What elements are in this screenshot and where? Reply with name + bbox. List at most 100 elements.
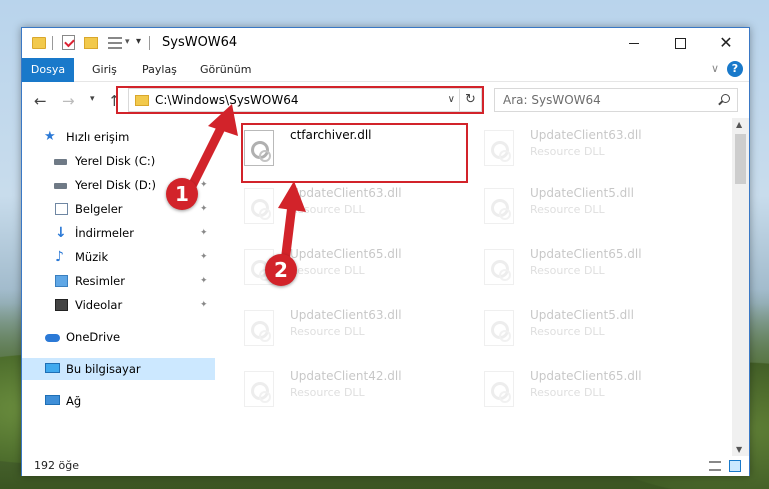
tab-view[interactable]: Görünüm bbox=[190, 58, 261, 82]
tab-home[interactable]: Giriş bbox=[82, 58, 127, 82]
search-icon[interactable] bbox=[721, 94, 730, 103]
dll-file-icon bbox=[244, 188, 274, 224]
file-item[interactable]: UpdateClient63.dll Resource DLL bbox=[222, 182, 452, 232]
sidebar-item-network[interactable]: Ağ bbox=[22, 390, 215, 412]
file-type: Resource DLL bbox=[290, 386, 365, 399]
pin-icon: ✦ bbox=[200, 228, 208, 238]
view-layout-icon[interactable] bbox=[108, 37, 122, 49]
scroll-up-icon[interactable]: ▲ bbox=[736, 120, 742, 129]
sidebar-item-label: Yerel Disk (D:) bbox=[75, 178, 157, 192]
quick-access-star-icon: ★ bbox=[44, 129, 56, 144]
properties-icon[interactable] bbox=[62, 35, 75, 50]
file-type: Resource DLL bbox=[290, 264, 365, 277]
sidebar-item-label: Belgeler bbox=[75, 202, 123, 216]
file-item[interactable]: UpdateClient63.dll Resource DLL bbox=[462, 124, 692, 174]
title-separator bbox=[149, 36, 150, 50]
window-title: SysWOW64 bbox=[162, 35, 238, 50]
drive-icon bbox=[54, 183, 67, 189]
scrollbar-thumb[interactable] bbox=[735, 134, 746, 184]
file-type: Resource DLL bbox=[530, 203, 605, 216]
documents-icon bbox=[55, 203, 68, 215]
sidebar-item-onedrive[interactable]: OneDrive bbox=[22, 326, 215, 348]
sidebar-item-drive-c[interactable]: Yerel Disk (C:) ✦ bbox=[22, 150, 215, 172]
file-type: Resource DLL bbox=[290, 203, 365, 216]
folder-icon bbox=[32, 37, 46, 49]
file-item[interactable]: UpdateClient5.dll Resource DLL bbox=[462, 182, 692, 232]
pin-icon: ✦ bbox=[200, 276, 208, 286]
search-input[interactable]: Ara: SysWOW64 bbox=[503, 93, 601, 107]
sidebar-item-label: Bu bilgisayar bbox=[66, 362, 141, 376]
close-icon: ✕ bbox=[719, 33, 733, 52]
details-view-icon[interactable] bbox=[709, 461, 721, 471]
pin-icon: ✦ bbox=[200, 252, 208, 262]
onedrive-cloud-icon bbox=[45, 334, 60, 342]
close-button[interactable]: ✕ bbox=[703, 28, 749, 58]
file-item[interactable]: UpdateClient5.dll Resource DLL bbox=[462, 304, 692, 354]
forward-arrow-icon[interactable]: → bbox=[62, 92, 75, 110]
tab-share[interactable]: Paylaş bbox=[132, 58, 187, 82]
sidebar-item-label: Hızlı erişim bbox=[66, 130, 130, 144]
ribbon-tabs: Dosya Giriş Paylaş Görünüm ∨ ? bbox=[22, 58, 749, 82]
sidebar-item-pictures[interactable]: Resimler ✦ bbox=[22, 270, 215, 292]
navigation-pane: ★ Hızlı erişim Yerel Disk (C:) ✦ Yerel D… bbox=[22, 118, 215, 456]
sidebar-item-label: Ağ bbox=[66, 394, 82, 408]
network-icon bbox=[45, 395, 60, 405]
recent-locations-icon[interactable]: ▾ bbox=[90, 94, 95, 104]
file-type: Resource DLL bbox=[530, 264, 605, 277]
expand-ribbon-icon[interactable]: ∨ bbox=[711, 62, 719, 75]
this-pc-icon bbox=[45, 363, 60, 373]
dll-file-icon bbox=[244, 310, 274, 346]
file-type: Resource DLL bbox=[530, 325, 605, 338]
layout-caret-icon[interactable]: ▾ bbox=[125, 37, 130, 53]
scroll-down-icon[interactable]: ▼ bbox=[736, 445, 742, 454]
maximize-button[interactable] bbox=[657, 28, 703, 58]
file-name: UpdateClient63.dll bbox=[290, 186, 402, 200]
sidebar-item-label: Müzik bbox=[75, 250, 109, 264]
drive-icon bbox=[54, 159, 67, 165]
customize-toolbar-icon[interactable]: ▾ bbox=[136, 36, 141, 52]
back-arrow-icon[interactable]: ← bbox=[34, 92, 47, 110]
pin-icon: ✦ bbox=[200, 180, 208, 190]
sidebar-item-videos[interactable]: Videolar ✦ bbox=[22, 294, 215, 316]
title-bar: ▾ ▾ SysWOW64 ✕ bbox=[22, 28, 749, 58]
file-item[interactable]: UpdateClient65.dll Resource DLL bbox=[462, 243, 692, 293]
sidebar-item-label: Videolar bbox=[75, 298, 123, 312]
sidebar-item-quick-access[interactable]: ★ Hızlı erişim bbox=[22, 126, 215, 148]
file-item[interactable]: UpdateClient65.dll Resource DLL bbox=[222, 243, 452, 293]
file-item[interactable]: UpdateClient65.dll Resource DLL bbox=[462, 365, 692, 415]
file-name: UpdateClient65.dll bbox=[530, 247, 642, 261]
file-item[interactable]: UpdateClient42.dll Resource DLL bbox=[222, 365, 452, 415]
dll-file-icon bbox=[484, 371, 514, 407]
videos-icon bbox=[55, 299, 68, 311]
pin-icon: ✦ bbox=[200, 156, 208, 166]
dll-file-icon bbox=[484, 130, 514, 166]
tab-file[interactable]: Dosya bbox=[22, 58, 74, 82]
new-folder-icon[interactable] bbox=[84, 37, 98, 49]
dll-file-icon bbox=[484, 188, 514, 224]
file-item[interactable]: UpdateClient63.dll Resource DLL bbox=[222, 304, 452, 354]
large-icons-view-icon[interactable] bbox=[729, 460, 741, 472]
file-name: UpdateClient65.dll bbox=[290, 247, 402, 261]
pin-icon: ✦ bbox=[200, 204, 208, 214]
minimize-button[interactable] bbox=[611, 28, 657, 58]
sidebar-item-downloads[interactable]: ↓ İndirmeler ✦ bbox=[22, 222, 215, 244]
file-highlight-box bbox=[241, 123, 468, 183]
file-name: UpdateClient65.dll bbox=[530, 369, 642, 383]
vertical-scrollbar[interactable]: ▲ ▼ bbox=[732, 118, 749, 456]
quick-access-separator bbox=[52, 36, 53, 50]
music-icon: ♪ bbox=[55, 249, 64, 265]
file-name: UpdateClient42.dll bbox=[290, 369, 402, 383]
step-badge-2: 2 bbox=[265, 254, 297, 286]
sidebar-item-music[interactable]: ♪ Müzik ✦ bbox=[22, 246, 215, 268]
help-icon[interactable]: ? bbox=[727, 61, 743, 77]
pin-icon: ✦ bbox=[200, 300, 208, 310]
sidebar-item-label: Resimler bbox=[75, 274, 125, 288]
file-type: Resource DLL bbox=[530, 386, 605, 399]
step-badge-1: 1 bbox=[166, 178, 198, 210]
sidebar-item-label: İndirmeler bbox=[75, 226, 134, 240]
address-highlight-box bbox=[116, 86, 484, 114]
search-box[interactable]: Ara: SysWOW64 bbox=[494, 88, 738, 112]
pictures-icon bbox=[55, 275, 68, 287]
file-type: Resource DLL bbox=[290, 325, 365, 338]
sidebar-item-this-pc[interactable]: Bu bilgisayar bbox=[22, 358, 215, 380]
